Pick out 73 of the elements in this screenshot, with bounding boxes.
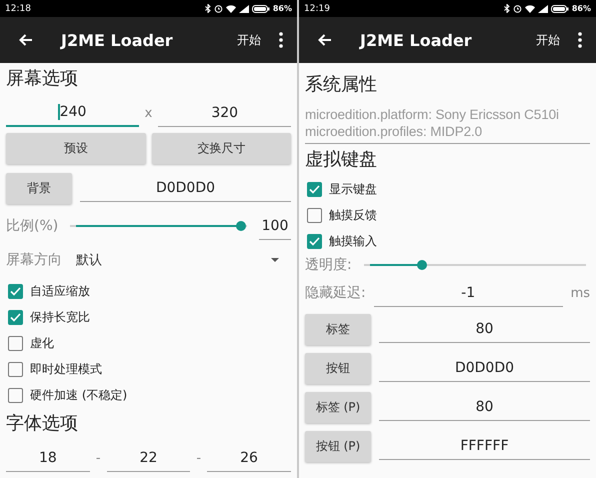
value-field[interactable]: 100 [259,212,291,240]
battery-percent: 86% [572,4,591,13]
section-heading: 系统属性 [305,73,378,97]
checkbox[interactable] [307,234,322,248]
app-title: J2ME Loader [61,30,174,50]
number-field[interactable]: 320 [158,100,292,127]
separator-text: - [96,450,101,468]
unit-label: ms [570,286,590,300]
action-button[interactable]: 预设 [6,133,146,164]
slider-thumb[interactable] [236,221,246,231]
separator-text: x [144,105,152,123]
orientation-dropdown[interactable]: 默认 [76,251,291,269]
start-action[interactable]: 开始 [237,32,261,48]
battery-icon [252,4,270,12]
battery-percent: 86% [272,4,292,13]
slider-thumb[interactable] [417,260,428,270]
checkbox[interactable] [8,284,23,298]
number-field[interactable]: 26 [207,445,291,472]
number-field[interactable]: 240 [6,99,139,127]
bluetooth-icon [204,4,211,13]
checkbox[interactable] [307,182,322,196]
checkbox[interactable] [8,362,23,376]
value-field[interactable]: FFFFFF [379,433,590,460]
checkbox-label: 触摸输入 [329,232,377,250]
battery-icon [550,4,569,12]
color-button[interactable]: 背景 [6,172,72,204]
color-button[interactable]: 标签 [305,314,371,345]
delay-field[interactable]: -1 [374,280,563,306]
value-field[interactable]: D0D0D0 [80,174,291,202]
color-button[interactable]: 按钮 [305,353,371,384]
checkbox-label: 虚化 [30,334,54,352]
checkbox[interactable] [8,388,23,402]
checkbox-label: 触摸反馈 [329,206,377,224]
alarm-icon [512,4,522,13]
number-field[interactable]: 18 [6,445,90,472]
app-title: J2ME Loader [360,30,473,50]
signal-icon [238,4,249,12]
checkbox-label: 硬件加速 (不稳定) [30,386,128,404]
field-label: 隐藏延迟: [305,284,366,302]
slider-label: 透明度: [305,256,352,274]
dropdown-caret-icon [271,258,279,262]
dropdown-label: 屏幕方向 [6,251,62,269]
value-field[interactable]: 80 [379,394,590,421]
section-heading: 屏幕选项 [6,67,79,91]
back-arrow-icon[interactable] [318,34,332,46]
value-field[interactable]: 80 [379,316,590,343]
color-button[interactable]: 按钮 (P) [305,431,371,462]
section-heading: 虚拟键盘 [305,148,378,172]
wifi-icon [524,4,535,12]
checkbox-label: 显示键盘 [329,180,377,198]
more-options-icon[interactable] [279,32,283,48]
bluetooth-icon [504,4,510,13]
separator-text: - [196,450,202,468]
start-action[interactable]: 开始 [536,32,560,48]
slider-label: 比例(%) [6,217,58,235]
more-options-icon[interactable] [578,32,582,48]
color-button[interactable]: 标签 (P) [305,392,371,423]
status-time: 12:19 [304,4,330,14]
checkbox-label: 自适应缩放 [30,282,90,300]
wifi-icon [226,4,236,12]
value-field[interactable]: D0D0D0 [379,355,590,382]
number-field[interactable]: 22 [106,445,190,472]
action-button[interactable]: 交换尺寸 [152,133,291,164]
checkbox-label: 保持长宽比 [30,308,90,326]
checkbox[interactable] [8,336,23,350]
checkbox-label: 即时处理模式 [30,360,102,378]
signal-icon [538,4,548,12]
checkbox[interactable] [8,310,23,324]
section-heading: 字体选项 [6,412,79,436]
checkbox[interactable] [307,208,322,222]
alarm-icon [214,4,223,13]
status-time: 12:18 [5,4,31,14]
back-arrow-icon[interactable] [19,34,33,46]
